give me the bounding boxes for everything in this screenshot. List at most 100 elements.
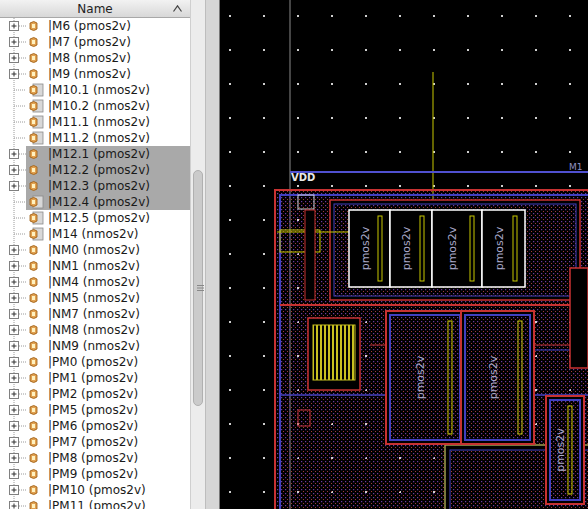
tree-row[interactable]: |PM1 (pmos2v) bbox=[0, 370, 190, 386]
tree-row[interactable]: |NM5 (nmos2v) bbox=[0, 290, 190, 306]
tree-row[interactable]: |NM1 (nmos2v) bbox=[0, 258, 190, 274]
tree-item[interactable]: |M12.1 (pmos2v) bbox=[26, 146, 190, 162]
tree-row[interactable]: |PM6 (pmos2v) bbox=[0, 418, 190, 434]
expand-plus-icon[interactable] bbox=[0, 18, 26, 34]
tree-item[interactable]: |PM9 (pmos2v) bbox=[26, 466, 190, 482]
tree-row[interactable]: |NM9 (nmos2v) bbox=[0, 338, 190, 354]
tree-row[interactable]: |PM9 (pmos2v) bbox=[0, 466, 190, 482]
expand-plus-icon[interactable] bbox=[0, 370, 26, 386]
expand-plus-icon[interactable] bbox=[0, 50, 26, 66]
tree-row[interactable]: |M6 (pmos2v) bbox=[0, 18, 190, 34]
tree-item[interactable]: |M10.2 (nmos2v) bbox=[26, 98, 190, 114]
device-instance[interactable] bbox=[432, 210, 482, 287]
expand-plus-icon[interactable] bbox=[0, 434, 26, 450]
expand-plus-icon[interactable] bbox=[0, 450, 26, 466]
device-instance[interactable] bbox=[482, 210, 525, 287]
tree-row[interactable]: |M14 (nmos2v) bbox=[0, 226, 190, 242]
expand-plus-icon[interactable] bbox=[0, 354, 26, 370]
expand-plus-icon[interactable] bbox=[0, 290, 26, 306]
tree-row[interactable]: |PM0 (pmos2v) bbox=[0, 354, 190, 370]
expand-plus-icon[interactable] bbox=[0, 322, 26, 338]
tree-item[interactable]: |PM8 (pmos2v) bbox=[26, 450, 190, 466]
panel-splitter[interactable] bbox=[205, 0, 220, 509]
tree-row[interactable]: |M12.2 (pmos2v) bbox=[0, 162, 190, 178]
tree-item[interactable]: |M12.5 (pmos2v) bbox=[26, 210, 190, 226]
tree-row[interactable]: |NM8 (nmos2v) bbox=[0, 322, 190, 338]
expand-plus-icon[interactable] bbox=[0, 274, 26, 290]
expand-plus-icon[interactable] bbox=[0, 386, 26, 402]
device-instance[interactable] bbox=[349, 210, 390, 287]
tree-item[interactable]: |M6 (pmos2v) bbox=[26, 18, 190, 34]
expand-plus-icon[interactable] bbox=[0, 482, 26, 498]
tree-row[interactable]: |M9 (nmos2v) bbox=[0, 66, 190, 82]
tree-item[interactable]: |NM4 (nmos2v) bbox=[26, 274, 190, 290]
tree-item[interactable]: |PM11 (pmos2v) bbox=[26, 498, 190, 509]
tree-row[interactable]: |NM4 (nmos2v) bbox=[0, 274, 190, 290]
tree-row[interactable]: |M11.1 (nmos2v) bbox=[0, 114, 190, 130]
expand-plus-icon[interactable] bbox=[0, 146, 26, 162]
item-label: |M12.2 (pmos2v) bbox=[48, 162, 150, 178]
tree-row[interactable]: |PM7 (pmos2v) bbox=[0, 434, 190, 450]
tree-item[interactable]: |PM0 (pmos2v) bbox=[26, 354, 190, 370]
expand-plus-icon[interactable] bbox=[0, 338, 26, 354]
tree-row[interactable]: |M11.2 (nmos2v) bbox=[0, 130, 190, 146]
tree-row[interactable]: |M12.5 (pmos2v) bbox=[0, 210, 190, 226]
tree-row[interactable]: |PM10 (pmos2v) bbox=[0, 482, 190, 498]
tree-row[interactable]: |M12.1 (pmos2v) bbox=[0, 146, 190, 162]
expand-plus-icon[interactable] bbox=[0, 34, 26, 50]
expand-plus-icon[interactable] bbox=[0, 178, 26, 194]
tree-item[interactable]: |M9 (nmos2v) bbox=[26, 66, 190, 82]
device-instance[interactable] bbox=[461, 311, 534, 444]
tree-row[interactable]: |PM8 (pmos2v) bbox=[0, 450, 190, 466]
expand-plus-icon[interactable] bbox=[0, 242, 26, 258]
layout-canvas[interactable]: VDDM1pmos2vpmos2vpmos2vpmos2vpmos2vpmos2… bbox=[220, 0, 588, 509]
expand-plus-icon[interactable] bbox=[0, 162, 26, 178]
tree-item[interactable]: |PM7 (pmos2v) bbox=[26, 434, 190, 450]
tree-item[interactable]: |PM1 (pmos2v) bbox=[26, 370, 190, 386]
tree-item[interactable]: |M12.2 (pmos2v) bbox=[26, 162, 190, 178]
tree-item[interactable]: |NM8 (nmos2v) bbox=[26, 322, 190, 338]
tree-row[interactable]: |NM0 (nmos2v) bbox=[0, 242, 190, 258]
tree-item[interactable]: |NM5 (nmos2v) bbox=[26, 290, 190, 306]
tree-item[interactable]: |M14 (nmos2v) bbox=[26, 226, 190, 242]
tree-item[interactable]: |NM0 (nmos2v) bbox=[26, 242, 190, 258]
device-instance[interactable] bbox=[390, 210, 432, 287]
expand-plus-icon[interactable] bbox=[0, 306, 26, 322]
expand-plus-icon[interactable] bbox=[0, 402, 26, 418]
tree-row[interactable]: |M12.3 (pmos2v) bbox=[0, 178, 190, 194]
tree-row[interactable]: |M10.2 (nmos2v) bbox=[0, 98, 190, 114]
tree-item[interactable]: |M11.1 (nmos2v) bbox=[26, 114, 190, 130]
expand-plus-icon[interactable] bbox=[0, 418, 26, 434]
tree-row[interactable]: |M8 (nmos2v) bbox=[0, 50, 190, 66]
expand-plus-icon[interactable] bbox=[0, 258, 26, 274]
tree-row[interactable]: |PM5 (pmos2v) bbox=[0, 402, 190, 418]
tree-item[interactable]: |NM9 (nmos2v) bbox=[26, 338, 190, 354]
name-column-header[interactable]: Name bbox=[0, 0, 190, 18]
tree-row[interactable]: |PM11 (pmos2v) bbox=[0, 498, 190, 509]
tree-item[interactable]: |M10.1 (nmos2v) bbox=[26, 82, 190, 98]
tree-item[interactable]: |M12.4 (pmos2v) bbox=[26, 194, 190, 210]
tree-row[interactable]: |M10.1 (nmos2v) bbox=[0, 82, 190, 98]
scrollbar-thumb[interactable] bbox=[193, 170, 203, 406]
tree-item[interactable]: |PM6 (pmos2v) bbox=[26, 418, 190, 434]
tree-item[interactable]: |M7 (pmos2v) bbox=[26, 34, 190, 50]
tree-item[interactable]: |M11.2 (nmos2v) bbox=[26, 130, 190, 146]
tree-row[interactable]: |NM7 (nmos2v) bbox=[0, 306, 190, 322]
tree-item[interactable]: |PM5 (pmos2v) bbox=[26, 402, 190, 418]
navigator-tree[interactable]: Name |M6 (pmos2v)|M7 (pmos2v)|M8 (nmos2v… bbox=[0, 0, 190, 509]
tree-item[interactable]: |PM10 (pmos2v) bbox=[26, 482, 190, 498]
expand-plus-icon[interactable] bbox=[0, 66, 26, 82]
tree-row[interactable]: |M12.4 (pmos2v) bbox=[0, 194, 190, 210]
tree-item[interactable]: |M12.3 (pmos2v) bbox=[26, 178, 190, 194]
device-instance[interactable] bbox=[546, 396, 584, 504]
expand-plus-icon[interactable] bbox=[0, 498, 26, 509]
tree-item[interactable]: |NM7 (nmos2v) bbox=[26, 306, 190, 322]
expand-plus-icon[interactable] bbox=[0, 466, 26, 482]
tree-row[interactable]: |PM2 (pmos2v) bbox=[0, 386, 190, 402]
tree-item[interactable]: |NM1 (nmos2v) bbox=[26, 258, 190, 274]
tree-item[interactable]: |PM2 (pmos2v) bbox=[26, 386, 190, 402]
tree-item[interactable]: |M8 (nmos2v) bbox=[26, 50, 190, 66]
tree-row[interactable]: |M7 (pmos2v) bbox=[0, 34, 190, 50]
tree-scrollbar[interactable] bbox=[190, 0, 205, 509]
device-instance[interactable] bbox=[386, 311, 464, 444]
